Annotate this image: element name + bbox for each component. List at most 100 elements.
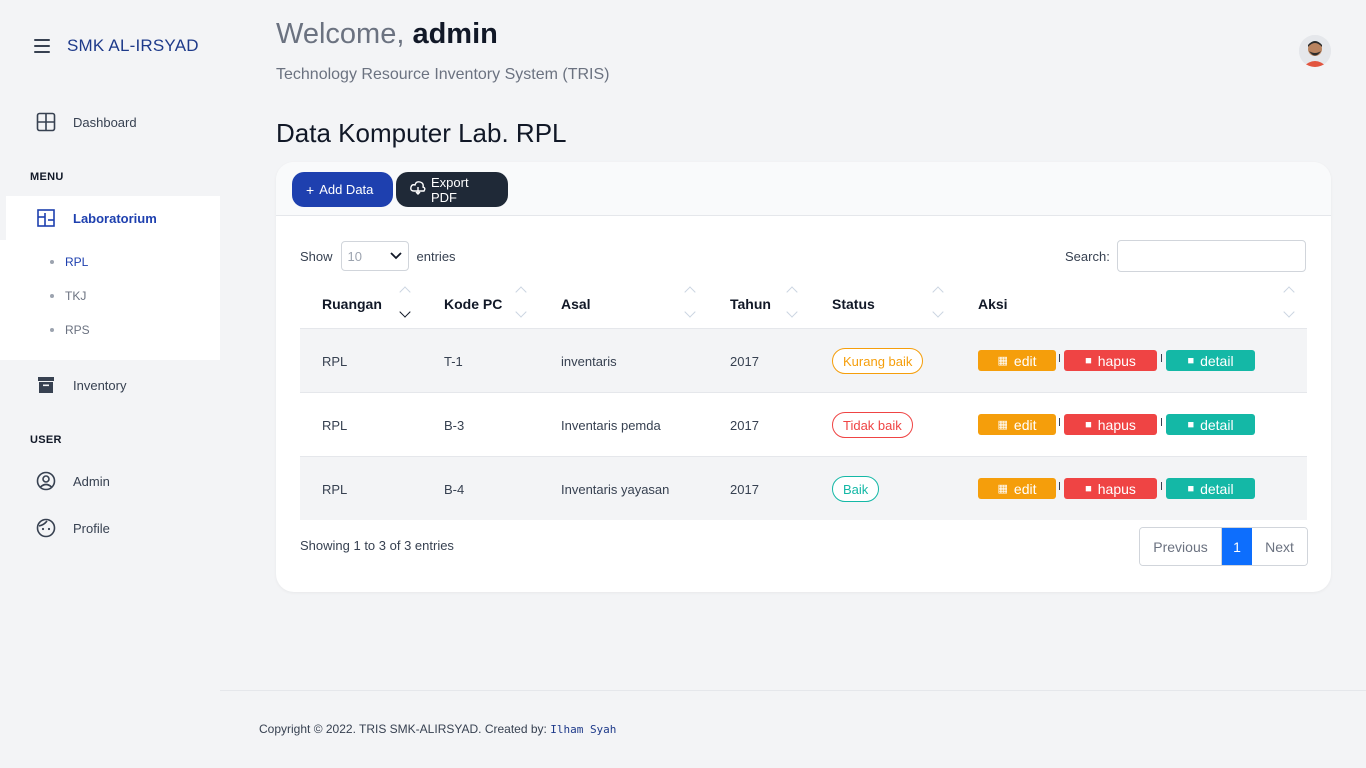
page-title: Data Komputer Lab. RPL xyxy=(276,118,567,148)
delete-label: hapus xyxy=(1097,352,1136,369)
sidebar-item-profile[interactable]: Profile xyxy=(0,508,220,548)
status-badge: Baik xyxy=(832,476,880,502)
sidebar-item-inventory[interactable]: Inventory xyxy=(0,365,220,405)
detail-button[interactable]: ■ detail xyxy=(1166,478,1255,499)
sidebar-item-label: Laboratorium xyxy=(73,210,157,226)
column-header-ruangan[interactable]: Ruangan xyxy=(322,280,382,328)
header-label: Tahun xyxy=(730,296,771,312)
brand-name: SMK AL-IRSYAD xyxy=(67,36,199,55)
detail-button[interactable]: ■ detail xyxy=(1166,350,1255,371)
column-header-aksi[interactable]: Aksi xyxy=(978,280,1008,328)
pagination: Previous 1 Next xyxy=(1139,527,1308,566)
edit-button[interactable]: ▦ edit xyxy=(978,414,1056,435)
sidebar-item-admin[interactable]: Admin xyxy=(0,461,220,501)
entries-length-control: Show 10 entries xyxy=(300,241,456,271)
detail-button[interactable]: ■ detail xyxy=(1166,414,1255,435)
data-card: + Add Data Export PDF Show 10 entries Sea… xyxy=(276,162,1331,592)
entries-label: entries xyxy=(416,248,456,264)
sidebar-item-laboratorium[interactable]: Laboratorium xyxy=(0,196,220,240)
header-label: Asal xyxy=(561,296,591,312)
separator xyxy=(1059,354,1060,362)
sidebar-item-label: Dashboard xyxy=(73,114,137,130)
trash-icon: ■ xyxy=(1085,354,1092,367)
table-search: Search: xyxy=(1065,240,1306,272)
separator xyxy=(1161,418,1162,426)
cell-tahun: 2017 xyxy=(730,481,759,497)
export-pdf-label: Export PDF xyxy=(431,174,469,205)
edit-button[interactable]: ▦ edit xyxy=(978,350,1056,371)
delete-label: hapus xyxy=(1097,480,1136,497)
edit-label: edit xyxy=(1013,480,1037,497)
status-badge: Tidak baik xyxy=(832,412,913,438)
delete-button[interactable]: ■ hapus xyxy=(1064,478,1157,499)
hamburger-icon[interactable] xyxy=(34,39,50,53)
welcome-prefix: Welcome, xyxy=(276,18,405,50)
sidebar: SMK AL-IRSYAD Dashboard MENU Laboratoriu… xyxy=(0,0,220,768)
footer: Copyright © 2022. TRIS SMK-ALIRSYAD. Cre… xyxy=(259,722,616,736)
welcome-username: admin xyxy=(412,18,498,50)
sidebar-item-label: Inventory xyxy=(73,377,127,393)
plus-icon: + xyxy=(306,181,315,198)
user-section-label: USER xyxy=(30,434,62,446)
sidebar-subitem-tkj[interactable]: TKJ xyxy=(50,289,86,303)
sort-indicator-icon xyxy=(515,284,527,324)
table-row: RPL B-4 Inventaris yayasan 2017 Baik ▦ ed… xyxy=(300,456,1307,520)
edit-button[interactable]: ▦ edit xyxy=(978,478,1056,499)
author-link[interactable]: Ilham Syah xyxy=(550,723,616,736)
delete-button[interactable]: ■ hapus xyxy=(1064,350,1157,371)
search-input[interactable] xyxy=(1116,240,1306,272)
save-disk-icon: ■ xyxy=(1187,354,1195,367)
table-header: Ruangan Kode PC Asal Tahun Status Aksi xyxy=(300,280,1307,328)
cell-status: Baik xyxy=(832,457,880,521)
header-label: Kode PC xyxy=(444,296,503,312)
separator xyxy=(1059,418,1060,426)
table-row: RPL T-1 inventaris 2017 Kurang baik ▦ edi… xyxy=(300,328,1307,392)
sort-indicator-icon xyxy=(786,284,798,324)
column-header-tahun[interactable]: Tahun xyxy=(730,280,771,328)
avatar[interactable] xyxy=(1299,35,1331,67)
cloud-download-icon xyxy=(410,181,426,198)
export-pdf-button[interactable]: Export PDF xyxy=(396,172,508,207)
user-avatar-icon xyxy=(1299,35,1331,67)
entries-select-value: 10 xyxy=(347,248,362,264)
app-subtitle: Technology Resource Inventory System (TR… xyxy=(276,66,610,83)
column-header-kode-pc[interactable]: Kode PC xyxy=(444,280,502,328)
floorplan-icon xyxy=(36,208,56,228)
table-row: RPL B-3 Inventaris pemda 2017 Tidak baik… xyxy=(300,392,1307,456)
column-header-asal[interactable]: Asal xyxy=(561,280,591,328)
bullet-icon xyxy=(50,328,54,332)
cell-kode-pc: T-1 xyxy=(444,353,463,369)
delete-button[interactable]: ■ hapus xyxy=(1064,414,1157,435)
separator xyxy=(1059,482,1060,490)
sort-indicator-icon xyxy=(684,284,696,324)
header-label: Status xyxy=(832,296,875,312)
next-page-button[interactable]: Next xyxy=(1252,528,1307,565)
sort-indicator-icon xyxy=(932,284,944,324)
cell-ruangan: RPL xyxy=(322,417,348,433)
separator xyxy=(1161,354,1162,362)
cell-kode-pc: B-4 xyxy=(444,481,465,497)
save-disk-icon: ■ xyxy=(1187,418,1195,431)
sidebar-subitem-rpl[interactable]: RPL xyxy=(50,255,88,269)
detail-label: detail xyxy=(1200,416,1234,433)
previous-page-button[interactable]: Previous xyxy=(1140,528,1222,565)
cell-tahun: 2017 xyxy=(730,417,759,433)
trash-icon: ■ xyxy=(1085,482,1092,495)
table-info: Showing 1 to 3 of 3 entries xyxy=(300,538,454,553)
page-1-button[interactable]: 1 xyxy=(1222,528,1252,565)
add-data-label: Add Data xyxy=(319,182,374,197)
delete-label: hapus xyxy=(1097,416,1136,433)
cell-asal: inventaris xyxy=(561,353,617,369)
subitem-label: RPS xyxy=(65,323,90,337)
column-header-status[interactable]: Status xyxy=(832,280,875,328)
subitem-label: RPL xyxy=(65,255,89,269)
entries-select[interactable]: 10 xyxy=(340,241,409,271)
sort-indicator-icon xyxy=(399,284,411,324)
sidebar-subitem-rps[interactable]: RPS xyxy=(50,323,90,337)
edit-table-icon: ▦ xyxy=(997,355,1008,367)
welcome-heading: Welcome, admin xyxy=(276,18,498,51)
show-label: Show xyxy=(300,248,333,264)
card-toolbar: + Add Data Export PDF xyxy=(276,162,1331,216)
sidebar-item-dashboard[interactable]: Dashboard xyxy=(0,102,220,142)
add-data-button[interactable]: + Add Data xyxy=(292,172,393,207)
